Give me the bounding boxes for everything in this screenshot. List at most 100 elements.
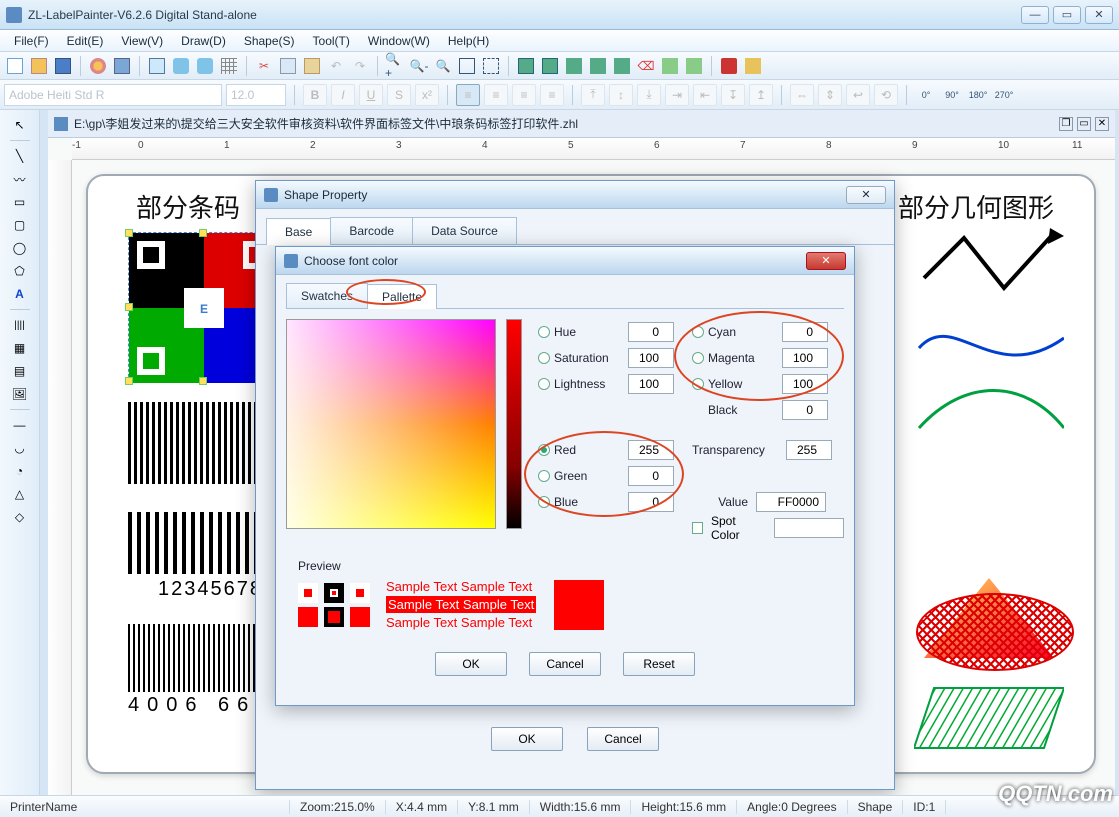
- ellipse-tool[interactable]: ◯: [9, 237, 31, 259]
- doc-maximize-button[interactable]: ▭: [1077, 117, 1091, 131]
- arc-tool[interactable]: ◡: [9, 437, 31, 459]
- radio-light[interactable]: [538, 378, 550, 390]
- menu-file[interactable]: File(F): [6, 32, 57, 50]
- menu-view[interactable]: View(V): [113, 32, 171, 50]
- sat-input[interactable]: [628, 348, 674, 368]
- radio-cyan[interactable]: [692, 326, 704, 338]
- color-reset-button[interactable]: Reset: [623, 652, 695, 676]
- tab-datasource[interactable]: Data Source: [412, 217, 517, 244]
- distribute-button[interactable]: [683, 55, 705, 77]
- undo-button[interactable]: ↶: [325, 55, 347, 77]
- align-panel-button[interactable]: [659, 55, 681, 77]
- curve-tool[interactable]: 〰: [9, 168, 31, 190]
- diamond-tool[interactable]: ◇: [9, 506, 31, 528]
- qrcode-tool[interactable]: ▦: [9, 337, 31, 359]
- zoom-sel-button[interactable]: [480, 55, 502, 77]
- subtab-pallette[interactable]: Pallette: [367, 284, 437, 309]
- copy-button[interactable]: [277, 55, 299, 77]
- line-dec-button[interactable]: ↥: [749, 84, 773, 106]
- save-button[interactable]: [52, 55, 74, 77]
- shape-cancel-button[interactable]: Cancel: [587, 727, 659, 751]
- datagrid-tool[interactable]: ▤: [9, 360, 31, 382]
- red-input[interactable]: [628, 440, 674, 460]
- color-gradient-picker[interactable]: [286, 319, 496, 529]
- menu-window[interactable]: Window(W): [360, 32, 438, 50]
- paste-button[interactable]: [301, 55, 323, 77]
- radio-red[interactable]: [538, 444, 550, 456]
- send-back-button[interactable]: [539, 55, 561, 77]
- shape-dialog-titlebar[interactable]: Shape Property ✕: [256, 181, 894, 209]
- open-button[interactable]: [28, 55, 50, 77]
- color-dialog-close-button[interactable]: ✕: [806, 252, 846, 270]
- menu-edit[interactable]: Edit(E): [59, 32, 112, 50]
- light-input[interactable]: [628, 374, 674, 394]
- image-tool[interactable]: 🖼: [9, 383, 31, 405]
- doc-restore-button[interactable]: ❐: [1059, 117, 1073, 131]
- new-button[interactable]: [4, 55, 26, 77]
- transparency-input[interactable]: [786, 440, 832, 460]
- shape-ok-button[interactable]: OK: [491, 727, 563, 751]
- spacing-inc-button[interactable]: ⇥: [665, 84, 689, 106]
- doc-close-button[interactable]: ✕: [1095, 117, 1109, 131]
- spot-color-checkbox[interactable]: [692, 522, 703, 534]
- zoom-actual-button[interactable]: 🔍: [432, 55, 454, 77]
- yellow-input[interactable]: [782, 374, 828, 394]
- zoom-out-button[interactable]: 🔍-: [408, 55, 430, 77]
- italic-button[interactable]: I: [331, 84, 355, 106]
- align-right-button[interactable]: ≡: [512, 84, 536, 106]
- line-inc-button[interactable]: ↧: [721, 84, 745, 106]
- wrap-button[interactable]: ↩: [846, 84, 870, 106]
- tab-barcode[interactable]: Barcode: [330, 217, 413, 244]
- hue-input[interactable]: [628, 322, 674, 342]
- delete-button[interactable]: ⌫: [635, 55, 657, 77]
- tab-base[interactable]: Base: [266, 218, 331, 245]
- color-dialog[interactable]: Choose font color ✕ Swatches Pallette Hu…: [275, 246, 855, 706]
- rotate-90-button[interactable]: 90°: [941, 84, 963, 106]
- window-minimize-button[interactable]: —: [1021, 6, 1049, 24]
- color-ok-button[interactable]: OK: [435, 652, 507, 676]
- menu-help[interactable]: Help(H): [440, 32, 497, 50]
- radio-hue[interactable]: [538, 326, 550, 338]
- zoom-fit-button[interactable]: [456, 55, 478, 77]
- line-tool[interactable]: ╲: [9, 145, 31, 167]
- green-input[interactable]: [628, 466, 674, 486]
- valign-mid-button[interactable]: ↕: [609, 84, 633, 106]
- pointer-tool[interactable]: ↖: [9, 114, 31, 136]
- window-maximize-button[interactable]: ▭: [1053, 6, 1081, 24]
- settings-button[interactable]: [87, 55, 109, 77]
- hatched-ellipse[interactable]: [916, 593, 1074, 671]
- rotate-0-button[interactable]: 0°: [915, 84, 937, 106]
- triangle-tool[interactable]: △: [9, 483, 31, 505]
- black-input[interactable]: [782, 400, 828, 420]
- bold-button[interactable]: B: [303, 84, 327, 106]
- shape-dialog-close-button[interactable]: ✕: [846, 186, 886, 204]
- spot-color-input[interactable]: [774, 518, 844, 538]
- hex-value-input[interactable]: [756, 492, 826, 512]
- fit-height-button[interactable]: ⇕: [818, 84, 842, 106]
- magenta-input[interactable]: [782, 348, 828, 368]
- lock-button[interactable]: [611, 55, 633, 77]
- font-size-select[interactable]: [226, 84, 286, 106]
- blue-input[interactable]: [628, 492, 674, 512]
- spacing-dec-button[interactable]: ⇤: [693, 84, 717, 106]
- hue-slider[interactable]: [506, 319, 522, 529]
- bring-front-button[interactable]: [515, 55, 537, 77]
- align-justify-button[interactable]: ≡: [540, 84, 564, 106]
- color-cancel-button[interactable]: Cancel: [529, 652, 601, 676]
- rotate-270-button[interactable]: 270°: [993, 84, 1015, 106]
- radio-yellow[interactable]: [692, 378, 704, 390]
- valign-bot-button[interactable]: ⤓: [637, 84, 661, 106]
- window-close-button[interactable]: ✕: [1085, 6, 1113, 24]
- cyan-input[interactable]: [782, 322, 828, 342]
- direction-button[interactable]: ⟲: [874, 84, 898, 106]
- align-center-button[interactable]: ≡: [484, 84, 508, 106]
- font-family-select[interactable]: [4, 84, 222, 106]
- rotate-180-button[interactable]: 180°: [967, 84, 989, 106]
- subtab-swatches[interactable]: Swatches: [286, 283, 368, 308]
- sup-button[interactable]: x²: [415, 84, 439, 106]
- text-tool[interactable]: A: [9, 283, 31, 305]
- barcode-tool[interactable]: ||||: [9, 314, 31, 336]
- zoom-in-button[interactable]: 🔍+: [384, 55, 406, 77]
- radio-magenta[interactable]: [692, 352, 704, 364]
- radio-blue[interactable]: [538, 496, 550, 508]
